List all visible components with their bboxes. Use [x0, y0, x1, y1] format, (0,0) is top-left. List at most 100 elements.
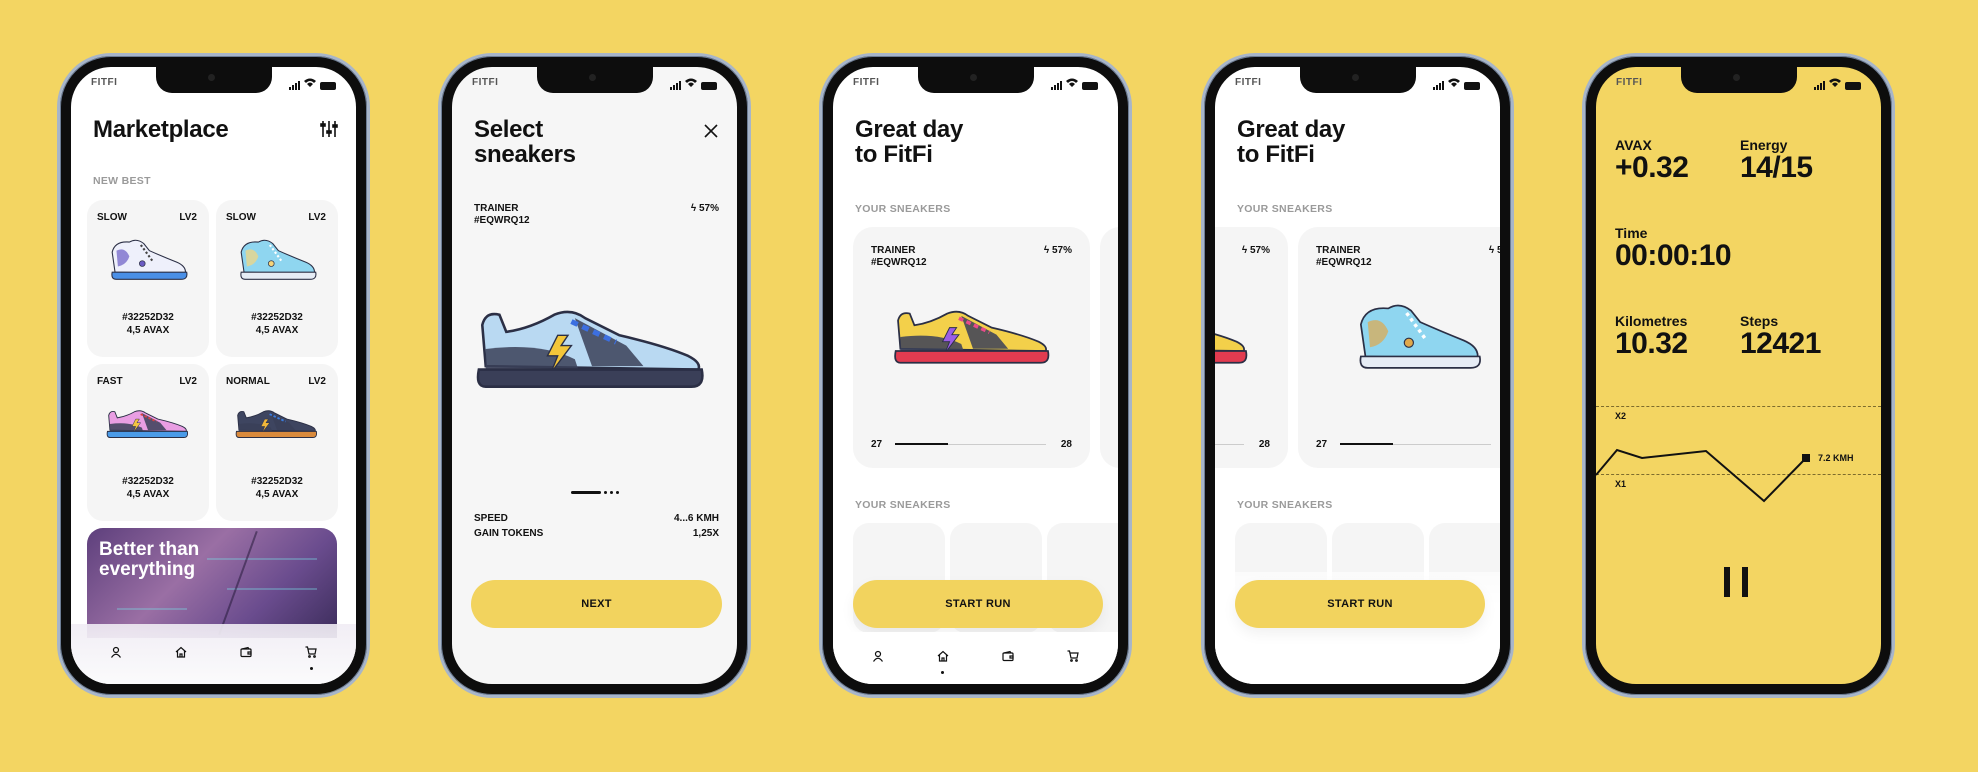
cart-icon: [305, 645, 318, 663]
stat-value: 4...6 KMH: [673, 513, 719, 524]
level-label: LV2: [179, 212, 197, 223]
level-label: LV2: [308, 212, 326, 223]
sneaker-card[interactable]: TRAINER#EQWRQ12 ϟ 57% 27 28: [853, 227, 1090, 468]
title-line: Great day: [855, 116, 964, 143]
wifi-icon: [685, 78, 697, 90]
section-label: YOUR SNEAKERS: [855, 203, 951, 215]
level-progress-fill: [1340, 443, 1393, 445]
sneaker-image: [105, 232, 191, 288]
speed-label: FAST: [97, 376, 123, 387]
sneaker-info: TRAINER #EQWRQ12: [474, 203, 530, 227]
nav-wallet[interactable]: [236, 644, 256, 664]
nav-cart[interactable]: [301, 644, 321, 670]
run-stat-value: 12421: [1740, 327, 1821, 360]
level-progress-fill: [895, 443, 948, 445]
carrier-label: FITFI: [1235, 77, 1262, 88]
sneaker-type: TRAINER: [1316, 245, 1361, 256]
next-button[interactable]: NEXT: [471, 580, 722, 628]
marketplace-card[interactable]: SLOW LV2 #32252D32 4,5 AVAX: [87, 200, 209, 357]
sneaker-image: [234, 232, 320, 288]
sneaker-image: [1336, 297, 1500, 377]
wifi-icon: [1448, 78, 1460, 90]
run-stat-value: 14/15: [1740, 151, 1813, 184]
marketplace-card[interactable]: SLOW LV2 #32252D32 4,5 AVAX: [216, 200, 338, 357]
title-line: to FitFi: [855, 141, 933, 168]
section-label: NEW BEST: [93, 175, 151, 187]
sliders-icon[interactable]: [320, 120, 338, 138]
sneaker-card[interactable]: TRAINER#EQWRQ12 ϟ 57% 27 28: [1100, 227, 1118, 468]
level-label: LV2: [179, 376, 197, 387]
energy-value: 57%: [698, 203, 719, 214]
active-indicator: [941, 671, 945, 674]
notch: [917, 67, 1034, 93]
wifi-icon: [304, 78, 316, 90]
nav-wallet[interactable]: [998, 648, 1018, 668]
section-label: YOUR SNEAKERS: [1237, 499, 1333, 511]
carrier-label: FITFI: [853, 77, 880, 88]
page-title: Great day to FitFi: [855, 117, 963, 167]
title-line: sneakers: [474, 141, 576, 168]
start-run-button[interactable]: START RUN: [853, 580, 1103, 628]
energy-badge: ϟ 57%: [1489, 245, 1500, 256]
cart-icon: [1067, 649, 1080, 667]
stat-value: 1,25X: [692, 528, 719, 539]
close-icon[interactable]: [703, 123, 719, 139]
sneaker-image: [234, 396, 320, 452]
banner-title: Better than everything: [99, 539, 200, 580]
signal-icon: [289, 81, 300, 90]
sneaker-id: #EQWRQ12: [1316, 257, 1372, 268]
page-title: Great day to FitFi: [1237, 117, 1345, 167]
battery-icon: [701, 82, 717, 90]
energy-badge: ϟ 57%: [1242, 245, 1270, 256]
start-run-button[interactable]: START RUN: [1235, 580, 1485, 628]
sneaker-image[interactable]: [472, 289, 712, 409]
promo-banner[interactable]: Better than everything: [87, 528, 337, 638]
run-stat-value: 10.32: [1615, 327, 1688, 360]
marketplace-card[interactable]: FAST LV2 #32252D32 4,5 AVAX: [87, 364, 209, 521]
title-line: to FitFi: [1237, 141, 1315, 168]
wifi-icon: [1829, 78, 1841, 90]
battery-icon: [1845, 82, 1861, 90]
home-icon: [175, 645, 187, 663]
sneaker-id: #32252D32: [251, 312, 303, 323]
camera: [588, 74, 596, 81]
pause-icon[interactable]: [1721, 567, 1751, 597]
level-progress: [1340, 443, 1491, 445]
speed-label: NORMAL: [226, 376, 270, 387]
run-screen: FITFI AVAX +0.32 Energy 14/15 Time 00:00…: [1596, 67, 1881, 684]
bottom-nav: [71, 624, 356, 684]
run-stat-value: +0.32: [1615, 151, 1689, 184]
sneaker-id: #32252D32: [251, 476, 303, 487]
sneaker-type: TRAINER: [474, 203, 519, 214]
energy-badge: ϟ 57%: [691, 203, 719, 215]
home-screen-scrolled: FITFI Great dayto FitFi YOUR SNEAKERS TR…: [1215, 67, 1500, 684]
sneaker-id: #EQWRQ12: [871, 257, 927, 268]
sneaker-card[interactable]: TRAINER#EQWRQ12 ϟ 57% 27 28: [1298, 227, 1500, 468]
marketplace-card[interactable]: NORMAL LV2 #32252D32 4,5 AVAX: [216, 364, 338, 521]
level-from: 27: [1316, 439, 1328, 450]
level-to: 28: [1258, 439, 1270, 450]
notch: [1299, 67, 1416, 93]
energy-value: 57%: [1496, 245, 1500, 256]
phone-home: FITFI Great day to FitFi YOUR SNEAKERS TR…: [819, 53, 1132, 698]
current-speed-marker: [1802, 454, 1810, 462]
bolt-icon: ϟ: [690, 203, 697, 214]
active-indicator: [309, 667, 313, 670]
nav-home[interactable]: [171, 644, 191, 664]
nav-home[interactable]: [933, 648, 953, 674]
nav-user[interactable]: [868, 648, 888, 668]
sneaker-card[interactable]: TRAINER#EQWRQ12 ϟ 57% 27 28: [1215, 227, 1288, 468]
select-screen: FITFI Select sneakers TRAINER #EQWRQ12 ϟ 5…: [452, 67, 737, 684]
nav-user[interactable]: [106, 644, 126, 664]
home-screen: FITFI Great day to FitFi YOUR SNEAKERS TR…: [833, 67, 1118, 684]
speed-label: SLOW: [226, 212, 256, 223]
nav-cart[interactable]: [1063, 648, 1083, 668]
carousel-indicator[interactable]: [452, 491, 737, 494]
phone-select-sneakers: FITFI Select sneakers TRAINER #EQWRQ12 ϟ 5…: [438, 53, 751, 698]
level-from: 27: [871, 439, 883, 450]
sneaker-image: [105, 396, 191, 452]
wallet-icon: [240, 645, 252, 663]
sneaker-price: 4,5 AVAX: [255, 325, 299, 336]
stat-label: SPEED: [474, 513, 508, 524]
carousel-dot: [603, 491, 607, 494]
